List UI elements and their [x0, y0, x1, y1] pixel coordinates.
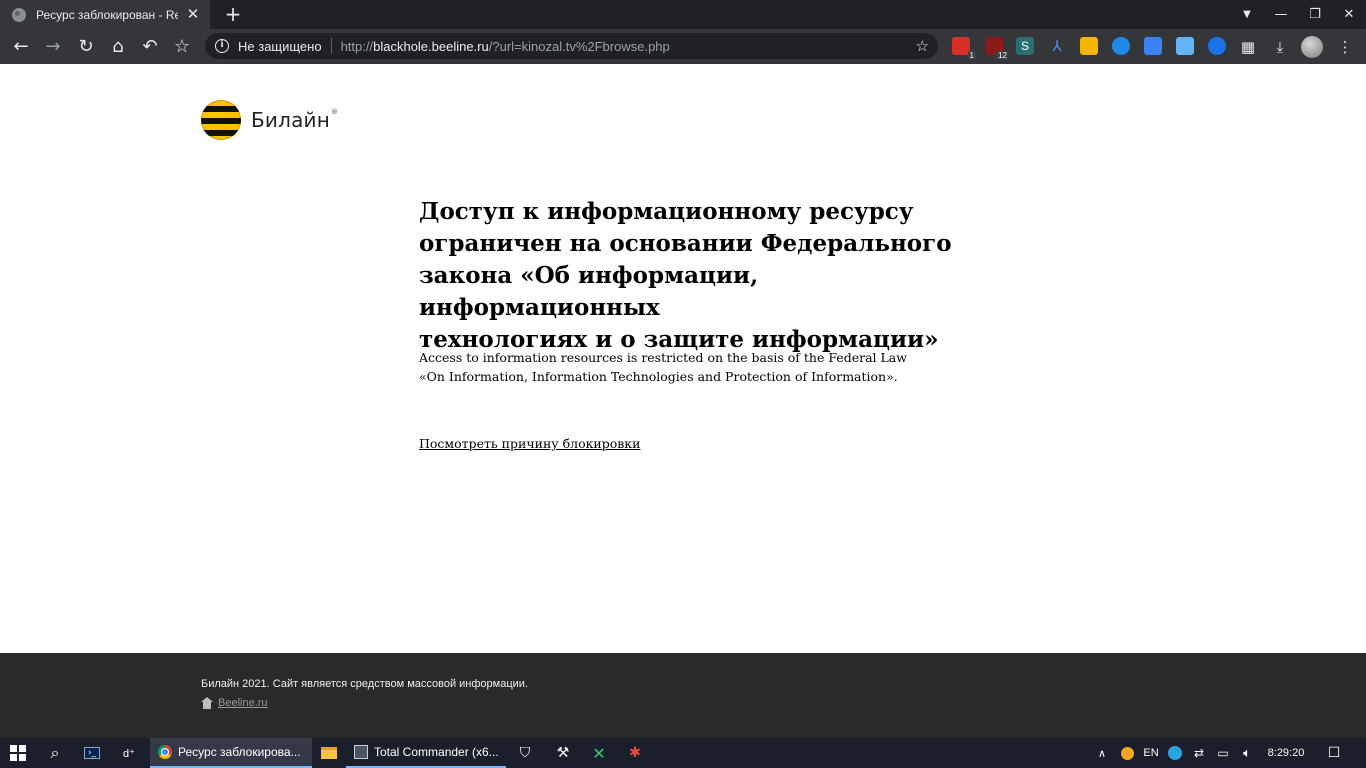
windows-taskbar: ⌕ ›_ d⁺ Ресурс заблокирова... Total Comm…: [0, 738, 1366, 768]
beeline-logo[interactable]: Билайн®: [201, 100, 338, 140]
extension-blue-round-icon[interactable]: [1112, 37, 1130, 55]
volume-icon[interactable]: 🔈︎: [1236, 738, 1258, 768]
shield-icon[interactable]: ⛉: [510, 738, 540, 768]
browser-toolbar: ← → ↻ ⌂ ↶ ☆ i Не защищено http://blackho…: [0, 29, 1366, 64]
taskbar-total-commander[interactable]: Total Commander (x6...: [346, 738, 506, 768]
dl-app-icon[interactable]: d⁺: [112, 738, 146, 768]
taskbar-chrome[interactable]: Ресурс заблокирова...: [150, 738, 312, 768]
restore-icon[interactable]: ❐: [1298, 0, 1332, 29]
house-icon: [201, 697, 213, 709]
block-reason-link[interactable]: Посмотреть причину блокировки: [419, 436, 640, 451]
heading-line: Доступ к информационному ресурсу: [419, 198, 914, 225]
windows-start-icon[interactable]: [0, 738, 36, 768]
page-content: Билайн® Доступ к информационному ресурсу…: [0, 64, 1366, 653]
extension-s-icon[interactable]: S: [1016, 37, 1034, 55]
undo-icon[interactable]: ↶: [137, 34, 163, 60]
excel-icon[interactable]: ✕: [584, 738, 614, 768]
notice-line: Access to information resources is restr…: [419, 350, 907, 365]
sync-icon[interactable]: ⇄: [1188, 738, 1210, 768]
notice-line: «On Information, Information Technologie…: [419, 369, 898, 384]
avatar[interactable]: [1301, 36, 1323, 58]
arrow-left-icon[interactable]: ←: [8, 34, 34, 60]
page-title: Доступ к информационному ресурсу огранич…: [419, 196, 979, 356]
close-icon[interactable]: ✕: [184, 5, 202, 23]
home-icon[interactable]: ⌂: [105, 34, 131, 60]
beeline-link[interactable]: Beeline.ru: [218, 697, 268, 709]
folder-icon[interactable]: [314, 738, 344, 768]
extension-wing-icon[interactable]: ⅄: [1048, 37, 1066, 55]
close-window-icon[interactable]: ✕: [1332, 0, 1366, 29]
total-commander-icon: [354, 745, 368, 759]
extension-link-icon[interactable]: [1208, 37, 1226, 55]
arrow-right-icon[interactable]: →: [40, 34, 66, 60]
omnibox-divider: [330, 38, 332, 54]
heading-line: ограничен на основании Федерального: [419, 230, 952, 257]
network-icon[interactable]: ▭: [1212, 738, 1234, 768]
new-tab-button[interactable]: +: [222, 3, 244, 25]
bookmark-star-icon[interactable]: ☆: [169, 34, 195, 60]
extension-doc-icon[interactable]: [1144, 37, 1162, 55]
tool-icon[interactable]: ⚒: [548, 738, 578, 768]
footer-copyright: Билайн 2021. Сайт является средством мас…: [201, 678, 528, 690]
chevron-down-icon[interactable]: ▼: [1230, 0, 1264, 29]
site-footer: Билайн 2021. Сайт является средством мас…: [0, 653, 1366, 738]
browser-tab-bar: Ресурс заблокирован - Re ✕ + ▼ — ❐ ✕: [0, 0, 1366, 29]
footer-home-link[interactable]: Beeline.ru: [201, 697, 268, 709]
language-indicator[interactable]: EN: [1140, 738, 1162, 768]
tab-active[interactable]: Ресурс заблокирован - Re ✕: [0, 0, 210, 29]
powershell-icon[interactable]: ›_: [76, 738, 108, 768]
window-controls: ▼ — ❐ ✕: [1230, 0, 1366, 29]
chevron-up-icon[interactable]: ∧: [1092, 738, 1112, 768]
orange-tray-icon[interactable]: [1116, 738, 1138, 768]
download-icon[interactable]: ⤓: [1268, 34, 1292, 60]
address-bar[interactable]: i Не защищено http://blackhole.beeline.r…: [205, 33, 938, 59]
search-icon[interactable]: ⌕: [38, 738, 72, 768]
bug-icon[interactable]: ✱: [620, 738, 650, 768]
url-text[interactable]: http://blackhole.beeline.ru/?url=kinozal…: [341, 39, 670, 54]
star-icon[interactable]: ☆: [916, 36, 929, 56]
extension-red-icon[interactable]: 1: [952, 37, 976, 60]
heading-line: закона «Об информации, информационных: [419, 262, 759, 321]
logo-text: Билайн®: [251, 108, 339, 132]
extension-yellow-icon[interactable]: [1080, 37, 1098, 55]
reload-icon[interactable]: ↻: [73, 34, 99, 60]
grid-icon[interactable]: ▦: [1236, 34, 1260, 60]
minimize-icon[interactable]: —: [1264, 0, 1298, 29]
menu-dots-icon[interactable]: ⋮: [1333, 34, 1357, 60]
chrome-icon: [158, 745, 172, 759]
info-icon[interactable]: i: [215, 39, 229, 53]
beeline-ball-icon: [201, 100, 241, 140]
ublock-icon[interactable]: 12: [985, 37, 1009, 60]
extension-bookmark-icon[interactable]: [1176, 37, 1194, 55]
tab-title: Ресурс заблокирован - Re: [36, 7, 178, 22]
telegram-icon[interactable]: [1164, 738, 1186, 768]
notifications-icon[interactable]: ☐: [1320, 738, 1348, 768]
clock[interactable]: 8:29:20: [1262, 738, 1310, 768]
globe-icon: [12, 7, 26, 22]
english-notice: Access to information resources is restr…: [419, 348, 979, 386]
security-label[interactable]: Не защищено: [238, 39, 322, 54]
